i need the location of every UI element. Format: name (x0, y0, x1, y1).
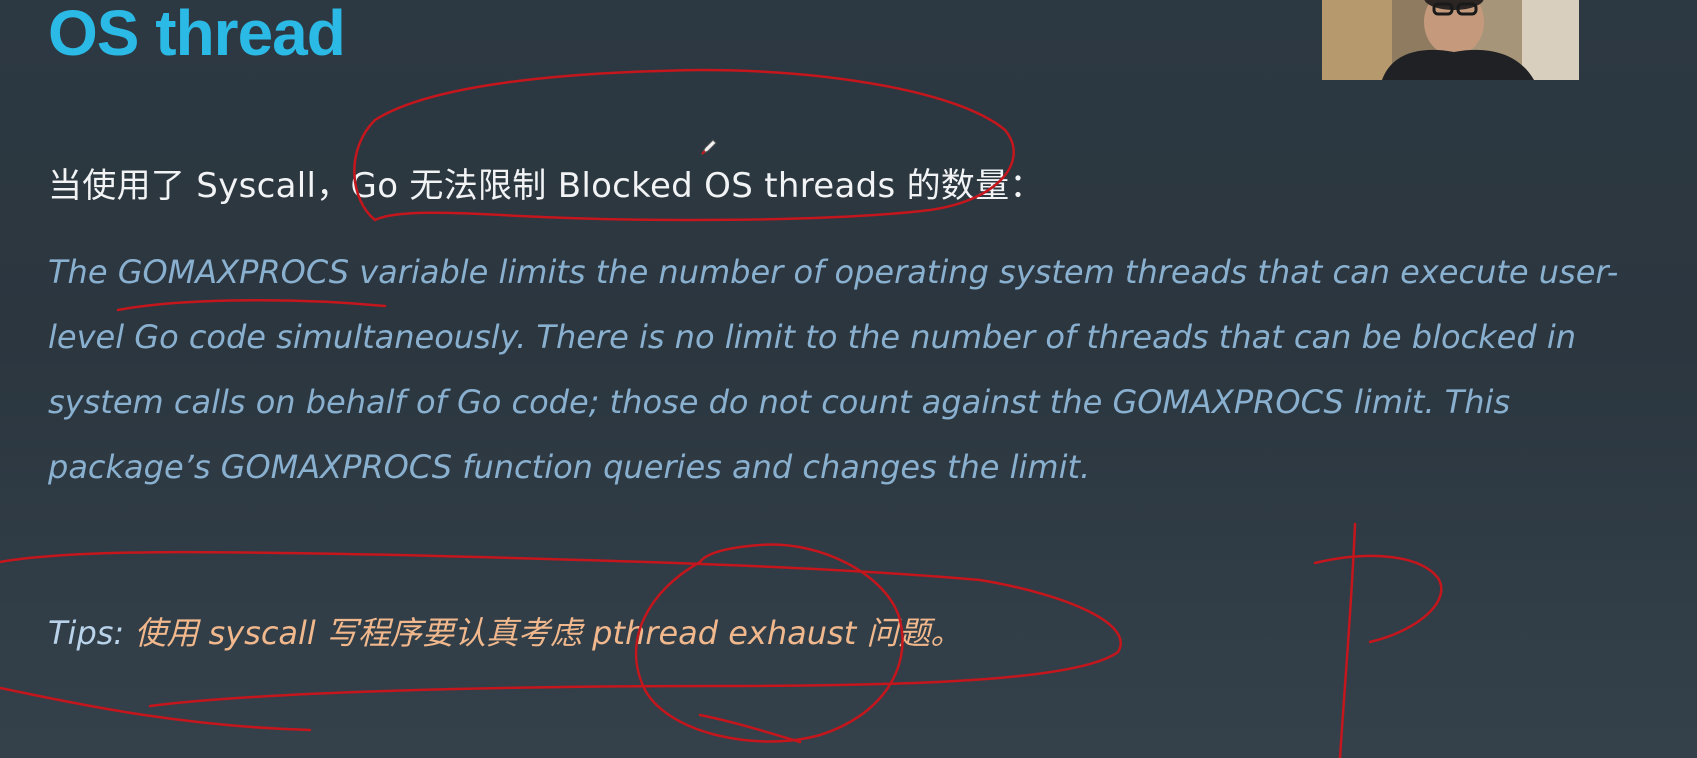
quote-line: system calls on behalf of Go code; those… (48, 383, 1511, 421)
presenter-webcam (1322, 0, 1579, 80)
pen-cursor-icon (700, 139, 717, 156)
annotation-tail-left (0, 686, 312, 732)
tips-line: Tips: 使用 syscall 写程序要认真考虑 pthread exhaus… (48, 608, 962, 654)
slide-title: OS thread (48, 0, 346, 69)
annotation-letter-p-stem (1338, 522, 1357, 758)
quote-line: level Go code simultaneously. There is n… (48, 318, 1576, 356)
slide: OS thread 当使用了 Syscall，Go 无法限制 Blocked O… (0, 0, 1697, 758)
gomaxprocs-quote: The GOMAXPROCS variable limits the numbe… (48, 240, 1638, 500)
tips-text: 使用 syscall 写程序要认真考虑 pthread exhaust 问题。 (134, 614, 963, 652)
tips-label: Tips: (48, 614, 135, 652)
slide-heading: 当使用了 Syscall，Go 无法限制 Blocked OS threads … (48, 166, 1044, 206)
annotation-letter-p-loop (1313, 554, 1443, 644)
quote-line: package’s GOMAXPROCS function queries an… (48, 448, 1091, 486)
quote-line: The GOMAXPROCS variable limits the numbe… (48, 253, 1619, 291)
presenter-silhouette-icon (1322, 0, 1579, 80)
annotation-tail-bottom (698, 713, 802, 744)
